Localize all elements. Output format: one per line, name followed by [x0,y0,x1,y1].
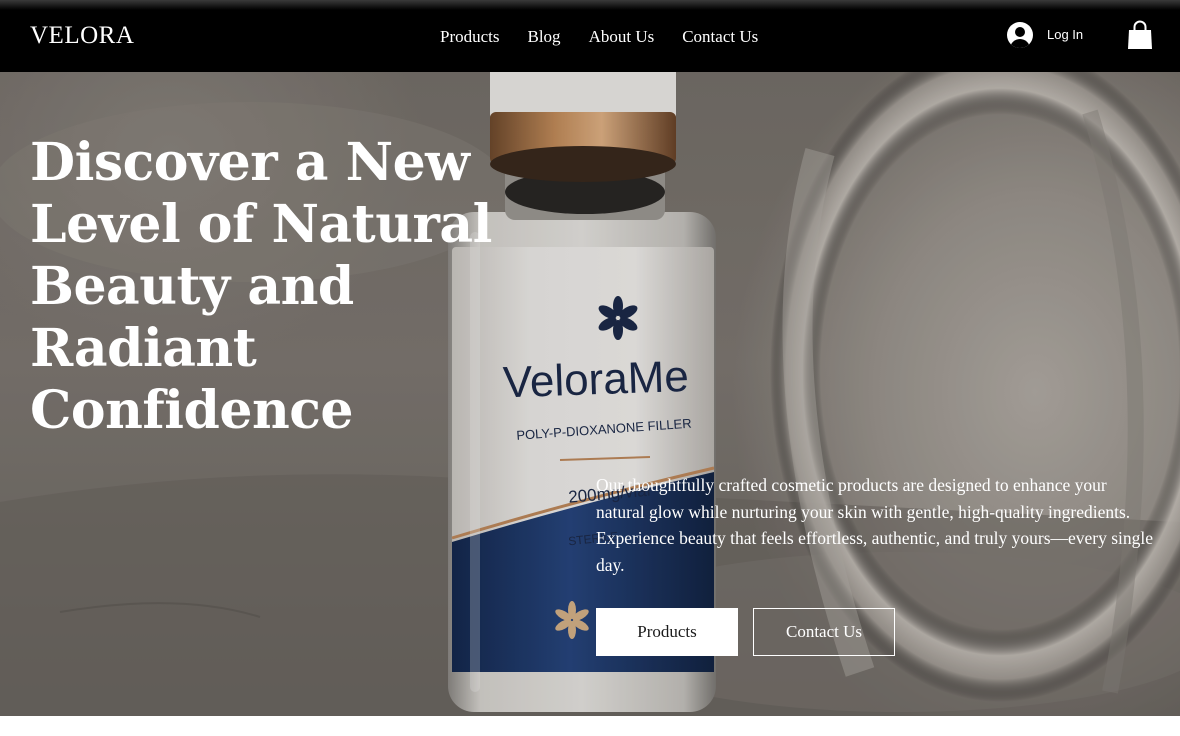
login-button[interactable]: Log In [1007,22,1083,48]
main-nav: Products Blog About Us Contact Us [440,26,758,48]
nav-item-about-us[interactable]: About Us [589,26,655,48]
nav-item-products[interactable]: Products [440,26,500,48]
contact-us-button[interactable]: Contact Us [753,608,895,656]
shopping-bag-icon[interactable] [1127,20,1153,50]
nav-item-blog[interactable]: Blog [528,26,561,48]
user-avatar-icon [1007,22,1033,48]
hero-description: Our thoughtfully crafted cosmetic produc… [596,475,1154,575]
login-label: Log In [1047,27,1084,42]
site-header: VELORA Products Blog About Us Contact Us… [0,0,1180,72]
products-button[interactable]: Products [596,608,738,656]
hero-section: VeloraMe POLY-P-DIOXANONE FILLER 200mg/v… [0,72,1180,716]
header-shade [0,0,1180,10]
site-logo[interactable]: VELORA [30,20,134,52]
hero-title: Discover a New Level of Natural Beauty a… [30,132,492,441]
nav-item-contact-us[interactable]: Contact Us [682,26,758,48]
